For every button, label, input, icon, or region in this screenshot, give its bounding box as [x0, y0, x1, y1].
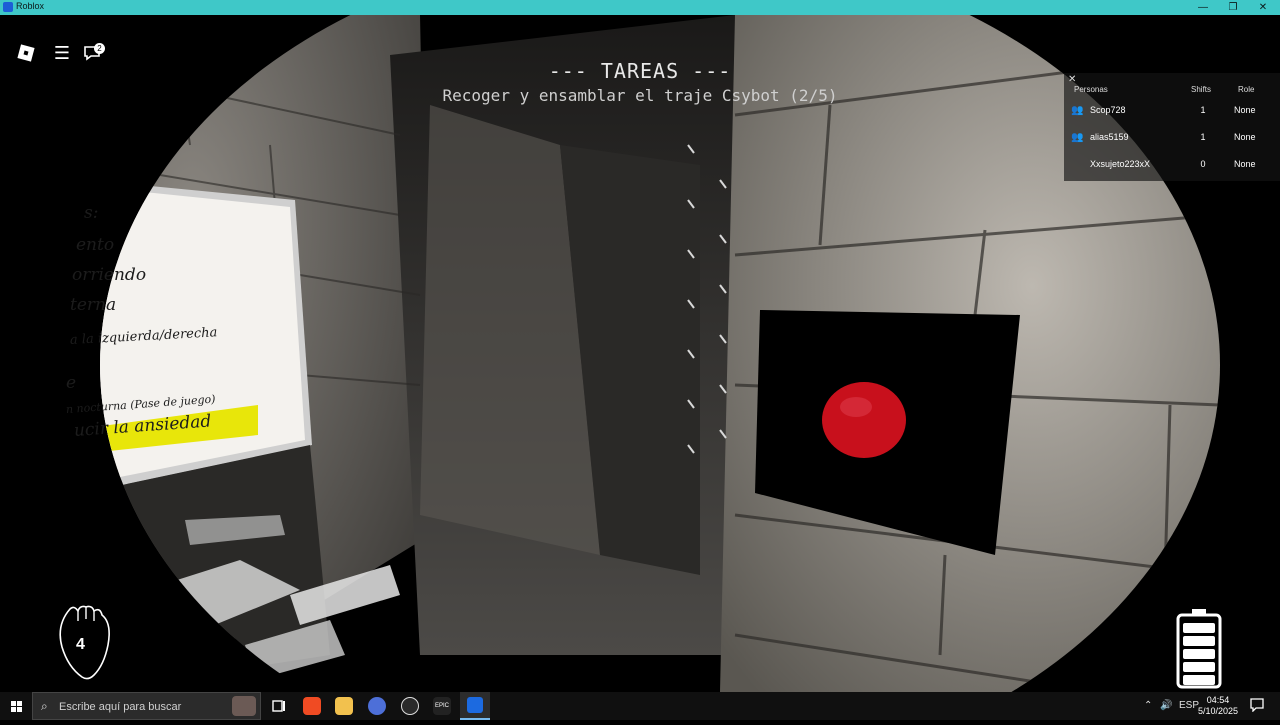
search-icon: ⌕ [41, 699, 48, 713]
battery-cell [1183, 662, 1215, 672]
tasks-panel: --- TAREAS --- Recoger y ensamblar el tr… [340, 59, 940, 105]
app-icon[interactable] [368, 697, 386, 715]
roblox-icon [467, 697, 483, 713]
windows-icon [11, 701, 22, 712]
chat-unread-badge: 2 [94, 43, 105, 54]
brave-browser-icon[interactable] [303, 697, 321, 715]
battery-cell [1183, 675, 1215, 685]
window-titlebar: Roblox — ❐ ✕ [0, 0, 1280, 15]
tasks-header: --- TAREAS --- [548, 59, 732, 83]
player-row[interactable]: 👥 alias5159 1 None [1064, 124, 1280, 151]
battery-level [1183, 623, 1215, 685]
hamburger-menu-button[interactable]: ☰ [48, 39, 76, 67]
player-list: ✕ Personas Shifts Role 👥 Scop728 1 None … [1064, 73, 1280, 181]
window-title: Roblox [16, 1, 45, 11]
player-list-header-name: Personas [1074, 85, 1108, 94]
clock-date: 5/10/2025 [1198, 706, 1239, 716]
player-row[interactable]: Xxsujeto223xX 0 None [1064, 151, 1280, 178]
battery-cell [1183, 649, 1215, 659]
maximize-button[interactable]: ❐ [1216, 0, 1250, 15]
player-list-close-icon[interactable]: ✕ [1068, 74, 1076, 85]
epic-games-icon[interactable]: EPIC [433, 697, 451, 715]
roblox-taskbar-button[interactable] [460, 692, 490, 720]
player-list-header-role: Role [1238, 85, 1255, 94]
steam-icon[interactable] [401, 697, 419, 715]
battery-cell [1183, 623, 1215, 633]
red-button[interactable] [822, 382, 906, 458]
search-highlight-icon [232, 696, 256, 716]
player-shifts: 0 [1200, 159, 1206, 169]
player-shifts: 1 [1200, 105, 1206, 115]
minimize-button[interactable]: — [1186, 0, 1220, 15]
file-explorer-icon[interactable] [335, 697, 353, 715]
volume-icon[interactable]: 🔊 [1160, 700, 1172, 711]
player-role: None [1234, 159, 1256, 169]
game-viewport[interactable]: s: ento orriendo terna a la izquierda/de… [0, 15, 1280, 692]
player-row[interactable]: 👥 Scop728 1 None [1064, 97, 1280, 124]
friends-icon: 👥 [1071, 105, 1084, 116]
roblox-logo-icon [17, 44, 35, 62]
battery-icon [1176, 609, 1222, 689]
taskbar-search-box[interactable]: ⌕ Escribe aquí para buscar [32, 692, 261, 720]
battery-cell [1183, 636, 1215, 646]
heart-count: 4 [76, 636, 85, 653]
anatomical-heart-icon [59, 605, 110, 680]
roblox-app-icon [3, 2, 13, 12]
clock-time: 04:54 [1206, 695, 1230, 705]
roblox-menu-logo-button[interactable] [12, 39, 40, 67]
windows-taskbar: ⌕ Escribe aquí para buscar EPIC ⌃ 🔊 ESP … [0, 692, 1280, 720]
player-name: Scop728 [1090, 105, 1126, 115]
current-task: Recoger y ensamblar el traje Csybot (2/5… [442, 86, 838, 105]
player-shifts: 1 [1200, 132, 1206, 142]
close-window-button[interactable]: ✕ [1246, 0, 1280, 15]
player-role: None [1234, 132, 1256, 142]
player-role: None [1234, 105, 1256, 115]
start-button[interactable] [0, 692, 32, 720]
hamburger-icon: ☰ [53, 43, 71, 63]
player-list-header-shifts: Shifts [1191, 85, 1212, 94]
notification-center-icon[interactable] [1250, 698, 1264, 712]
chevron-up-icon[interactable]: ⌃ [1144, 700, 1152, 711]
player-name: Xxsujeto223xX [1090, 159, 1151, 169]
search-placeholder: Escribe aquí para buscar [59, 701, 182, 713]
taskbar-clock[interactable]: 04:54 5/10/2025 [1198, 695, 1238, 717]
player-name: alias5159 [1090, 132, 1129, 142]
input-language[interactable]: ESP [1179, 700, 1199, 711]
friends-icon: 👥 [1071, 132, 1084, 143]
task-view-icon[interactable] [270, 697, 288, 715]
